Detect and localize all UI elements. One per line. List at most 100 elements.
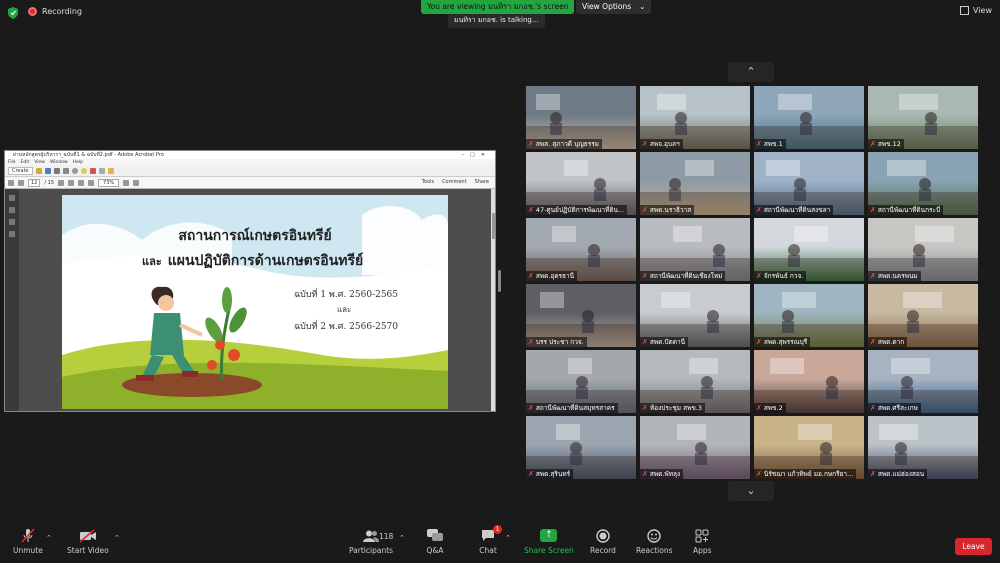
start-video-button[interactable]: Start Video xyxy=(67,528,109,555)
shield-icon[interactable] xyxy=(8,7,18,19)
create-button[interactable]: Create xyxy=(8,167,33,175)
settings-icon[interactable] xyxy=(71,168,78,174)
participant-tile[interactable]: ✗ สถานีพัฒนาที่ดินสงขลา xyxy=(754,152,864,215)
gallery-page-down-button[interactable]: ⌄ xyxy=(728,481,774,501)
participant-name: สพข.1 xyxy=(763,140,783,148)
participant-name-label: ✗ สถานีพัฒนาที่ดินเชียงใหม่ xyxy=(640,271,726,281)
save-icon[interactable] xyxy=(44,168,51,174)
signatures-icon[interactable] xyxy=(9,231,15,237)
comment-icon[interactable] xyxy=(80,168,87,174)
navigation-panel xyxy=(5,189,19,411)
participant-name-label: ✗ สพด.สุรินทร์ xyxy=(526,469,574,479)
previous-page-icon[interactable] xyxy=(8,179,14,186)
participant-tile[interactable]: ✗ สถานีพัฒนาที่ดินเชียงใหม่ xyxy=(640,218,750,281)
chat-button[interactable]: 1 Chat xyxy=(479,525,502,555)
participant-tile[interactable]: ✗ สพข.2 xyxy=(754,350,864,413)
share-screen-button[interactable]: ↑ Share Screen xyxy=(524,528,574,555)
muted-mic-icon: ✗ xyxy=(870,272,876,280)
participant-name-label: ✗ สพจ.อุบลฯ xyxy=(640,139,683,149)
split-view-handle[interactable] xyxy=(498,270,501,292)
muted-mic-icon: ✗ xyxy=(642,206,648,214)
participant-tile[interactable]: ✗ สพจ.อุบลฯ xyxy=(640,86,750,149)
fit-page-icon[interactable] xyxy=(123,179,130,186)
participant-tile[interactable]: ✗ สพด.ตาก xyxy=(868,284,978,347)
slide-title-line2: และ แผนปฏิบัติการด้านเกษตรอินทรีย์ xyxy=(142,250,363,272)
document-area: สถานการณ์เกษตรอินทรีย์ และ แผนปฏิบัติการ… xyxy=(5,189,495,411)
zoom-level-select[interactable]: 73% xyxy=(98,178,120,187)
slide-edition-1: ฉบับที่ 1 พ.ศ. 2560-2565 xyxy=(294,290,399,300)
acrobat-side-tabs: Tools Comment Share xyxy=(422,179,489,185)
participant-tile[interactable]: ✗ สพข.12 xyxy=(868,86,978,149)
attach-icon[interactable] xyxy=(98,168,105,174)
hand-tool-icon[interactable] xyxy=(68,179,75,186)
menu-window[interactable]: Window xyxy=(50,159,68,166)
slide-edition-2: ฉบับที่ 2 พ.ศ. 2566-2570 xyxy=(294,322,399,332)
participant-tile[interactable]: ✗ สพส. สุภาวดี บุญธรรม xyxy=(526,86,636,149)
fit-width-icon[interactable] xyxy=(133,179,140,186)
menu-help[interactable]: Help xyxy=(73,159,83,166)
muted-mic-icon: ✗ xyxy=(528,140,534,148)
participant-tile[interactable]: ✗ สพด.แม่ฮ่องสอน xyxy=(868,416,978,479)
leave-button[interactable]: Leave xyxy=(955,538,992,555)
stamp-icon[interactable] xyxy=(107,168,114,174)
participant-name: สพด.สุรินทร์ xyxy=(535,470,571,478)
participant-tile[interactable]: ✗ 47-ศูนย์ปฏิบัติการพัฒนาที่ดิน... xyxy=(526,152,636,215)
participant-tile[interactable]: ✗ สพข.1 xyxy=(754,86,864,149)
menu-view[interactable]: View xyxy=(34,159,45,166)
participant-tile[interactable]: ✗ ห้องประชุม สพข.3 xyxy=(640,350,750,413)
participant-tile[interactable]: ✗ นิรัชฌา แก้วทิพย์ มอ.กษกรียา... xyxy=(754,416,864,479)
tab-comment[interactable]: Comment xyxy=(442,179,467,185)
view-options-button[interactable]: View Options ⌄ xyxy=(576,0,652,14)
participant-tile[interactable]: ✗ สพด.สุพรรณบุรี xyxy=(754,284,864,347)
participants-caret-icon[interactable]: ⌃ xyxy=(399,534,405,542)
reactions-button[interactable]: Reactions xyxy=(636,528,672,555)
zoom-out-icon[interactable] xyxy=(78,179,85,186)
participant-tile[interactable]: ✗ สพด.นครพนม xyxy=(868,218,978,281)
menu-file[interactable]: File xyxy=(8,159,16,166)
unmute-button[interactable]: Unmute xyxy=(13,528,43,555)
participant-name: นิรัชฌา แก้วทิพย์ มอ.กษกรียา... xyxy=(763,470,854,478)
participant-name-label: ✗ สพด.สุพรรณบุรี xyxy=(754,337,811,347)
record-button[interactable]: Record xyxy=(590,528,616,555)
participant-tile[interactable]: ✗ สพด.นราธิวาส xyxy=(640,152,750,215)
chat-caret-icon[interactable]: ⌃ xyxy=(505,534,511,542)
gallery-page-up-button[interactable]: ⌃ xyxy=(728,62,774,82)
participants-count: 118 xyxy=(379,532,394,541)
audio-options-caret-icon[interactable]: ⌃ xyxy=(46,534,52,542)
attachments-icon[interactable] xyxy=(9,219,15,225)
participant-tile[interactable]: ✗ สพด.สุรินทร์ xyxy=(526,416,636,479)
zoom-meeting-window: Recording You are viewing มนทิรา มกอช.'s… xyxy=(0,0,1000,563)
sign-icon[interactable] xyxy=(89,168,96,174)
participant-tile[interactable]: ✗ จักรพันธ์ กวจ. xyxy=(754,218,864,281)
select-tool-icon[interactable] xyxy=(58,179,65,186)
scrollbar-thumb[interactable] xyxy=(492,213,495,239)
participant-tile[interactable]: ✗ สถานีพัฒนาที่ดินกระบี่ xyxy=(868,152,978,215)
participant-tile[interactable]: ✗ สพด.พัทลุง xyxy=(640,416,750,479)
pages-icon[interactable] xyxy=(9,195,15,201)
apps-button[interactable]: Apps xyxy=(693,528,712,555)
muted-mic-icon: ✗ xyxy=(756,272,762,280)
participant-tile[interactable]: ✗ สพด.อุดรธานี xyxy=(526,218,636,281)
participant-tile[interactable]: ✗ สถานีพัฒนาที่ดินสมุทรสาคร xyxy=(526,350,636,413)
view-button[interactable]: View xyxy=(960,6,992,15)
qa-button[interactable]: Q&A xyxy=(426,528,444,555)
participant-tile[interactable]: ✗ สพด.ปัตตานี xyxy=(640,284,750,347)
email-icon[interactable] xyxy=(62,168,69,174)
muted-mic-icon: ✗ xyxy=(528,338,534,346)
print-icon[interactable] xyxy=(53,168,60,174)
tab-share[interactable]: Share xyxy=(475,179,489,185)
share-screen-label: Share Screen xyxy=(524,546,574,555)
participant-tile[interactable]: ✗ สพด.ศรีสะเกษ xyxy=(868,350,978,413)
menu-edit[interactable]: Edit xyxy=(21,159,30,166)
open-icon[interactable] xyxy=(35,168,42,174)
tab-tools[interactable]: Tools xyxy=(422,179,434,185)
recording-indicator[interactable]: Recording xyxy=(28,7,82,16)
participant-name: สพด.ตาก xyxy=(877,338,905,346)
vertical-scrollbar[interactable] xyxy=(491,189,495,411)
video-options-caret-icon[interactable]: ⌃ xyxy=(114,534,120,542)
participant-tile[interactable]: ✗ บรร ประชา กวจ. xyxy=(526,284,636,347)
next-page-icon[interactable] xyxy=(18,179,24,186)
page-number-input[interactable]: 12 xyxy=(28,178,41,187)
bookmarks-icon[interactable] xyxy=(9,207,15,213)
zoom-in-icon[interactable] xyxy=(88,179,95,186)
